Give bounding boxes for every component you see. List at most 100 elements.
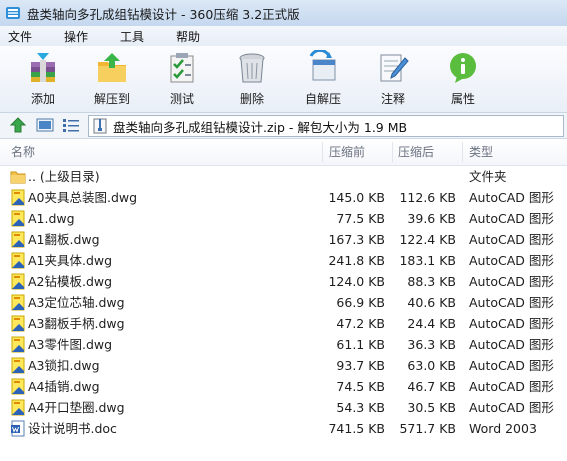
- file-size-after: 36.3 KB: [407, 337, 456, 352]
- file-size-compressed: 61.1 KB: [336, 337, 385, 352]
- file-row[interactable]: .. (上级目录) 文件夹: [0, 166, 567, 187]
- file-name: A4插销.dwg: [28, 379, 100, 394]
- add-archive-icon: [31, 53, 55, 82]
- thumbnail-view-icon[interactable]: [36, 117, 54, 133]
- window-title: 盘类轴向多孔成组钻模设计 - 360压缩 3.2正式版: [27, 6, 300, 22]
- menu-file[interactable]: 文件: [8, 28, 42, 45]
- dwg-icon: [11, 315, 25, 332]
- file-row[interactable]: A1翻板.dwg 167.3 KB 122.4 KB AutoCAD 图形: [0, 229, 567, 250]
- test-checklist-icon: [170, 53, 194, 83]
- word-doc-icon: [11, 420, 25, 437]
- file-row[interactable]: A3翻板手柄.dwg 47.2 KB 24.4 KB AutoCAD 图形: [0, 313, 567, 334]
- folder-icon: [10, 171, 26, 184]
- test-button[interactable]: 测试: [152, 50, 212, 110]
- extract-to-button[interactable]: 解压到: [82, 50, 142, 110]
- file-size-compressed: 241.8 KB: [328, 253, 385, 268]
- file-size-after: 183.1 KB: [399, 253, 456, 268]
- file-type: AutoCAD 图形: [469, 358, 554, 373]
- menu-help[interactable]: 帮助: [176, 28, 210, 45]
- self-extract-label: 自解压: [304, 92, 341, 106]
- toolbar: 添加 解压到 测试 删除 自解压 注释 属性: [0, 46, 567, 113]
- file-size-after: 88.3 KB: [407, 274, 456, 289]
- column-type[interactable]: 类型: [469, 139, 493, 165]
- file-name: A1夹具体.dwg: [28, 253, 113, 268]
- dwg-icon: [11, 189, 25, 206]
- file-row[interactable]: A1夹具体.dwg 241.8 KB 183.1 KB AutoCAD 图形: [0, 250, 567, 271]
- app-logo-icon: [6, 7, 20, 19]
- file-name: A4开口垫圈.dwg: [28, 400, 125, 415]
- extract-folder-icon: [98, 53, 126, 82]
- file-type: AutoCAD 图形: [469, 400, 554, 415]
- dwg-icon: [11, 210, 25, 227]
- file-type: AutoCAD 图形: [469, 379, 554, 394]
- up-arrow-icon[interactable]: [9, 117, 27, 133]
- file-type: AutoCAD 图形: [469, 211, 554, 226]
- path-field[interactable]: 盘类轴向多孔成组钻模设计.zip - 解包大小为 1.9 MB: [88, 115, 564, 137]
- column-divider[interactable]: [392, 142, 393, 162]
- file-size-after: 40.6 KB: [407, 295, 456, 310]
- file-name: .. (上级目录): [28, 169, 100, 184]
- properties-button[interactable]: 属性: [433, 50, 493, 110]
- properties-label: 属性: [450, 92, 475, 106]
- comment-pen-icon: [380, 54, 409, 82]
- file-size-compressed: 54.3 KB: [336, 400, 385, 415]
- file-list: .. (上级目录) 文件夹 A0夹具总装图.dwg 145.0 KB 112.6 KB A…: [0, 166, 567, 439]
- file-size-compressed: 77.5 KB: [336, 211, 385, 226]
- column-divider[interactable]: [322, 142, 323, 162]
- test-label: 测试: [169, 92, 194, 106]
- file-row[interactable]: A1.dwg 77.5 KB 39.6 KB AutoCAD 图形: [0, 208, 567, 229]
- extract-to-label: 解压到: [93, 92, 130, 106]
- add-button[interactable]: 添加: [13, 50, 73, 110]
- file-size-compressed: 47.2 KB: [336, 316, 385, 331]
- file-size-compressed: 167.3 KB: [328, 232, 385, 247]
- file-size-after: 122.4 KB: [399, 232, 456, 247]
- file-row[interactable]: A0夹具总装图.dwg 145.0 KB 112.6 KB AutoCAD 图形: [0, 187, 567, 208]
- file-row[interactable]: A3定位芯轴.dwg 66.9 KB 40.6 KB AutoCAD 图形: [0, 292, 567, 313]
- file-type: AutoCAD 图形: [469, 337, 554, 352]
- file-size-after: 63.0 KB: [407, 358, 456, 373]
- delete-button[interactable]: 删除: [222, 50, 282, 110]
- file-type: AutoCAD 图形: [469, 232, 554, 247]
- address-bar: 盘类轴向多孔成组钻模设计.zip - 解包大小为 1.9 MB: [0, 113, 567, 139]
- file-size-compressed: 74.5 KB: [336, 379, 385, 394]
- file-name: A2钻模板.dwg: [28, 274, 113, 289]
- dwg-icon: [11, 252, 25, 269]
- menu-tools[interactable]: 工具: [120, 28, 154, 45]
- comment-button[interactable]: 注释: [363, 50, 423, 110]
- file-name: A1.dwg: [28, 211, 75, 226]
- file-row[interactable]: A3锁扣.dwg 93.7 KB 63.0 KB AutoCAD 图形: [0, 355, 567, 376]
- path-text: 盘类轴向多孔成组钻模设计.zip - 解包大小为 1.9 MB: [113, 119, 408, 135]
- file-size-compressed: 145.0 KB: [328, 190, 385, 205]
- list-view-icon[interactable]: [62, 117, 80, 133]
- delete-label: 删除: [239, 92, 264, 106]
- file-row[interactable]: 设计说明书.doc 741.5 KB 571.7 KB Word 2003: [0, 418, 567, 439]
- file-name: A0夹具总装图.dwg: [28, 190, 138, 205]
- dwg-icon: [11, 399, 25, 416]
- column-compressed[interactable]: 压缩前: [329, 139, 365, 165]
- dwg-icon: [11, 273, 25, 290]
- menu-operation[interactable]: 操作: [64, 28, 98, 45]
- zip-archive-icon: [93, 118, 107, 134]
- file-size-after: 112.6 KB: [399, 190, 456, 205]
- file-size-after: 46.7 KB: [407, 379, 456, 394]
- column-divider[interactable]: [462, 142, 463, 162]
- column-after[interactable]: 压缩后: [398, 139, 434, 165]
- comment-label: 注释: [380, 92, 405, 106]
- file-type: 文件夹: [469, 169, 507, 184]
- dwg-icon: [11, 378, 25, 395]
- file-size-after: 39.6 KB: [407, 211, 456, 226]
- trash-can-icon: [239, 53, 265, 83]
- file-row[interactable]: A3零件图.dwg 61.1 KB 36.3 KB AutoCAD 图形: [0, 334, 567, 355]
- file-row[interactable]: A2钻模板.dwg 124.0 KB 88.3 KB AutoCAD 图形: [0, 271, 567, 292]
- title-bar: 盘类轴向多孔成组钻模设计 - 360压缩 3.2正式版: [0, 0, 567, 26]
- file-size-after: 571.7 KB: [399, 421, 456, 436]
- file-type: AutoCAD 图形: [469, 295, 554, 310]
- self-extract-button[interactable]: 自解压: [293, 50, 353, 110]
- file-name: 设计说明书.doc: [28, 421, 117, 436]
- file-name: A3零件图.dwg: [28, 337, 113, 352]
- file-row[interactable]: A4插销.dwg 74.5 KB 46.7 KB AutoCAD 图形: [0, 376, 567, 397]
- file-size-after: 24.4 KB: [407, 316, 456, 331]
- column-name[interactable]: 名称: [11, 139, 35, 165]
- file-size-compressed: 741.5 KB: [328, 421, 385, 436]
- file-row[interactable]: A4开口垫圈.dwg 54.3 KB 30.5 KB AutoCAD 图形: [0, 397, 567, 418]
